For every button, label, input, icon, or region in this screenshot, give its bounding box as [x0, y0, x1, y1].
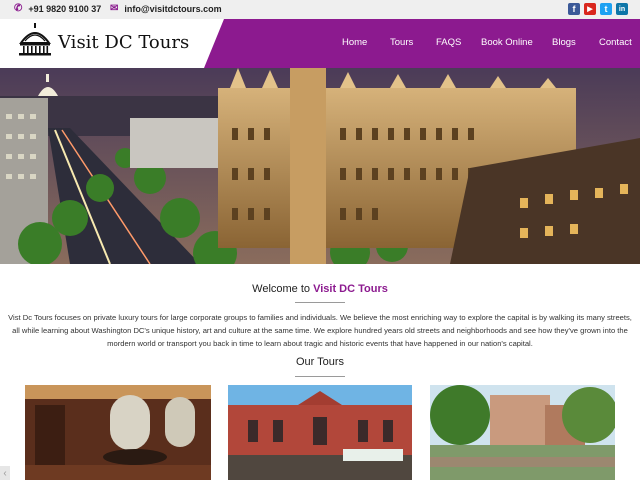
welcome-lead: Welcome to — [252, 283, 314, 295]
envelope-icon: ✉ — [110, 3, 119, 14]
intro-paragraph: Vist Dc Tours focuses on private luxury … — [8, 313, 632, 348]
email-address[interactable]: info@visitdctours.com — [124, 4, 221, 14]
nav-contact[interactable]: Contact — [599, 37, 632, 48]
carousel-prev-arrow[interactable]: ‹ — [0, 466, 10, 480]
capitol-dome-icon — [19, 23, 51, 56]
nav-faqs[interactable]: FAQS — [436, 37, 461, 48]
facebook-icon[interactable]: f — [568, 3, 580, 15]
social-links: f ▶ t in — [568, 3, 628, 15]
welcome-heading: Welcome to Visit DC Tours — [0, 283, 640, 295]
tours-heading: Our Tours — [295, 356, 345, 368]
phone-contact[interactable]: ✆ +91 9820 9100 37 — [14, 3, 101, 14]
tour-card-museum[interactable] — [228, 385, 412, 480]
email-contact[interactable]: ✉ info@visitdctours.com — [110, 3, 222, 14]
tour-card-street[interactable] — [430, 385, 615, 480]
linkedin-icon[interactable]: in — [616, 3, 628, 15]
twitter-icon[interactable]: t — [600, 3, 612, 15]
hero-banner-image — [0, 68, 640, 264]
tour-card-interior[interactable] — [25, 385, 211, 480]
nav-book-online[interactable]: Book Online — [481, 37, 533, 48]
welcome-brand: Visit DC Tours — [313, 283, 388, 295]
nav-home[interactable]: Home — [342, 37, 367, 48]
phone-icon: ✆ — [14, 3, 23, 14]
phone-number[interactable]: +91 9820 9100 37 — [28, 4, 101, 14]
site-logo[interactable]: Visit DC Tours — [15, 21, 189, 61]
divider — [295, 376, 345, 377]
site-header: Visit DC Tours Home Tours FAQS Book Onli… — [0, 19, 640, 68]
youtube-icon[interactable]: ▶ — [584, 3, 596, 15]
top-contact-bar: ✆ +91 9820 9100 37 ✉ info@visitdctours.c… — [0, 0, 640, 19]
nav-tours[interactable]: Tours — [390, 37, 413, 48]
logo-text: Visit DC Tours — [58, 31, 190, 53]
divider — [295, 302, 345, 303]
nav-blogs[interactable]: Blogs — [552, 37, 576, 48]
